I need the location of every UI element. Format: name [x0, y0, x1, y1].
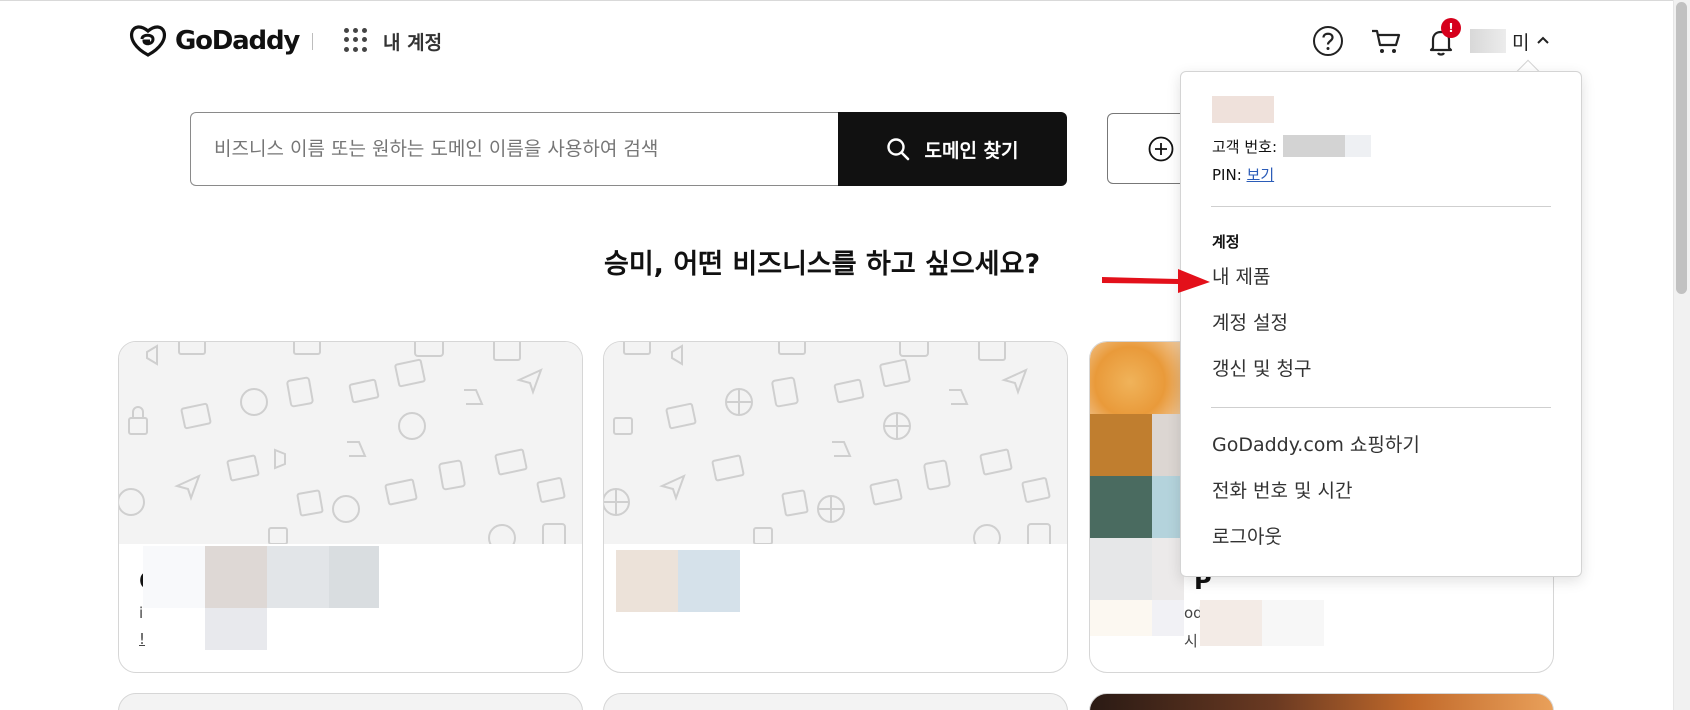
- business-card-5[interactable]: [603, 693, 1068, 710]
- redacted-block: [1090, 414, 1152, 476]
- help-icon[interactable]: [1312, 25, 1344, 57]
- domain-search-input[interactable]: [190, 112, 838, 186]
- redacted-block: [1200, 600, 1262, 646]
- header-divider: [312, 33, 313, 50]
- card-pattern: [604, 342, 1067, 552]
- my-account-link[interactable]: 내 계정: [383, 28, 442, 55]
- redacted-block: [1262, 600, 1324, 646]
- search-icon: [887, 138, 910, 161]
- menu-phone-hours[interactable]: 전화 번호 및 시간: [1212, 476, 1352, 503]
- redacted-block: [616, 550, 678, 612]
- account-dropdown: 고객 번호: PIN: 보기 계정 내 제품 계정 설정 갱신 및 청구 GoD…: [1180, 71, 1582, 577]
- card-pattern: [119, 342, 582, 552]
- godaddy-logo-icon: [129, 25, 167, 57]
- redacted-block: [1152, 600, 1184, 636]
- apps-grid-icon[interactable]: [344, 28, 368, 52]
- menu-account-settings[interactable]: 계정 설정: [1212, 308, 1288, 335]
- notification-badge: !: [1441, 18, 1461, 38]
- card-link: !: [139, 630, 146, 648]
- redacted-block: [205, 546, 267, 608]
- chevron-up-icon: [1537, 36, 1550, 44]
- dropdown-divider: [1211, 206, 1551, 207]
- business-card-4[interactable]: [118, 693, 583, 710]
- user-name-redacted: [1470, 29, 1506, 53]
- cart-icon[interactable]: [1370, 27, 1402, 55]
- customer-number-redacted: [1345, 135, 1372, 157]
- top-border: [0, 0, 1673, 1]
- redacted-block: [678, 550, 740, 612]
- logo-wordmark: GoDaddy: [175, 26, 300, 56]
- business-card-2[interactable]: [603, 341, 1068, 673]
- dropdown-divider: [1211, 407, 1551, 408]
- customer-number-redacted: [1283, 135, 1346, 157]
- redacted-block: [1090, 538, 1152, 600]
- account-section-heading: 계정: [1212, 233, 1240, 251]
- godaddy-logo[interactable]: GoDaddy: [129, 22, 300, 60]
- menu-renewals-billing[interactable]: 갱신 및 청구: [1212, 354, 1311, 381]
- pin-label: PIN:: [1212, 166, 1242, 184]
- plus-circle-icon: [1148, 136, 1174, 161]
- user-name-redacted: [1212, 96, 1274, 123]
- customer-number-label: 고객 번호:: [1212, 137, 1278, 156]
- find-domain-button[interactable]: 도메인 찾기: [838, 112, 1067, 186]
- pin-row: PIN: 보기: [1212, 164, 1274, 185]
- pattern-illustration: [604, 342, 1051, 552]
- scrollbar-thumb[interactable]: [1676, 2, 1687, 294]
- menu-logout[interactable]: 로그아웃: [1212, 522, 1282, 549]
- find-domain-label: 도메인 찾기: [924, 139, 1019, 162]
- menu-shop-godaddy[interactable]: GoDaddy.com 쇼핑하기: [1212, 430, 1420, 457]
- pattern-illustration: [119, 342, 566, 552]
- business-card-1[interactable]: C 01 i !: [118, 341, 583, 673]
- user-menu-toggle[interactable]: 미: [1470, 28, 1551, 54]
- redacted-block: [143, 546, 205, 608]
- page-greeting: 승미, 어떤 비즈니스를 하고 싶으세요?: [604, 249, 1041, 280]
- menu-my-products[interactable]: 내 제품: [1212, 262, 1270, 289]
- card-link: 시: [1184, 632, 1198, 650]
- redacted-block: [205, 608, 267, 650]
- pin-view-link[interactable]: 보기: [1247, 166, 1275, 184]
- annotation-arrow-icon: [1102, 269, 1210, 293]
- redacted-block: [1090, 476, 1152, 538]
- redacted-block: [329, 546, 379, 608]
- redacted-block: [267, 546, 329, 608]
- business-card-6[interactable]: [1089, 693, 1554, 710]
- customer-number-row: 고객 번호:: [1212, 135, 1372, 157]
- redacted-block: [1090, 600, 1152, 636]
- user-name-tail: 미: [1512, 31, 1530, 54]
